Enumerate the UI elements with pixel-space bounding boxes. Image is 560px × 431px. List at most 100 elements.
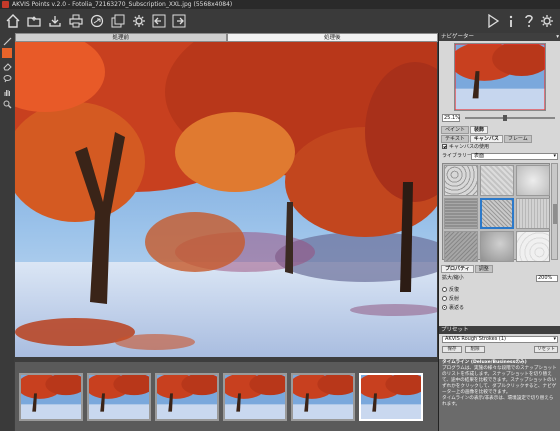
settings-icon[interactable] (538, 12, 556, 30)
forward-icon[interactable] (170, 12, 188, 30)
zoom-control: 25.1% (439, 113, 560, 123)
chevron-down-icon: ▾ (553, 153, 556, 159)
library-select[interactable]: 表面 ▾ (471, 153, 558, 160)
timeline (15, 362, 438, 431)
library-value: 表面 (474, 153, 485, 159)
tab-canvas[interactable]: キャンバス (469, 135, 503, 143)
timeline-snapshot[interactable] (155, 373, 219, 421)
lasso-icon[interactable] (2, 73, 12, 83)
app-window: AKVIS Points v.2.0 - Fotolia_72163270_Su… (0, 0, 560, 431)
option-reflect-label: 反射 (449, 296, 460, 302)
tab-paint[interactable]: ペイント (441, 126, 470, 134)
save-preset-button[interactable]: 保存 (442, 346, 462, 353)
texture-tile[interactable] (480, 231, 514, 262)
zoom-icon[interactable] (2, 99, 12, 109)
tab-properties[interactable]: プロパティ (441, 265, 474, 273)
preset-value: AKVIS Rough Strokes (1) (445, 336, 506, 342)
texture-scrollbar[interactable] (551, 163, 558, 260)
scale-input[interactable]: 200% (536, 275, 558, 282)
help-icon[interactable] (520, 12, 538, 30)
timeline-snapshot[interactable] (359, 373, 423, 421)
navigator-title: ナビゲーター (441, 34, 475, 40)
view-tabs: 処理前 処理後 (15, 33, 438, 42)
timeline-snapshot[interactable] (87, 373, 151, 421)
option-repeat[interactable]: 反復 (442, 287, 459, 294)
use-canvas-label: キャンバスの使用 (449, 144, 490, 150)
window-title: AKVIS Points v.2.0 - Fotolia_72163270_Su… (12, 1, 233, 8)
presets-title: プリセット (441, 327, 469, 333)
image-canvas[interactable] (15, 42, 437, 357)
tab-adjust[interactable]: 調整 (474, 265, 493, 273)
info-panel: タイムライン (Deluxe/Businessのみ) プログラムは、実施の様々な… (439, 359, 560, 431)
navigator-image (455, 44, 545, 110)
sub-tabs: テキスト キャンバス フレーム (441, 135, 532, 143)
option-repeat-radio[interactable] (442, 287, 447, 292)
thumbnail-image (157, 375, 217, 419)
painting-image (15, 42, 437, 357)
thumbnail-image (89, 375, 149, 419)
gear-icon[interactable] (130, 12, 148, 30)
tab-frame[interactable]: フレーム (503, 135, 532, 143)
presets-header: プリセット (439, 326, 560, 334)
share-icon[interactable] (88, 12, 106, 30)
zoom-slider-knob[interactable] (503, 115, 507, 121)
option-repeat-label: 反復 (449, 287, 460, 293)
texture-scrollbar-thumb[interactable] (553, 204, 557, 224)
scale-label: 拡大/縮小 (442, 275, 464, 281)
main-toolbar (0, 9, 560, 33)
timeline-snapshot[interactable] (291, 373, 355, 421)
open-icon[interactable] (25, 12, 43, 30)
use-canvas-row[interactable]: キャンバスの使用 (442, 144, 489, 151)
info-icon[interactable] (502, 12, 520, 30)
tab-decoration[interactable]: 装飾 (470, 126, 489, 134)
texture-tile[interactable] (516, 165, 550, 196)
texture-tile[interactable] (516, 231, 550, 262)
title-bar: AKVIS Points v.2.0 - Fotolia_72163270_Su… (0, 0, 560, 9)
library-label: ライブラリー (442, 153, 473, 159)
timeline-snapshot[interactable] (19, 373, 83, 421)
tab-before[interactable]: 処理前 (15, 33, 227, 42)
texture-tile[interactable] (444, 198, 478, 229)
property-tabs: プロパティ 調整 (441, 265, 493, 273)
home-icon[interactable] (4, 12, 22, 30)
run-icon[interactable] (484, 12, 502, 30)
option-reflect-radio[interactable] (442, 296, 447, 301)
option-flip[interactable]: 裏返る (442, 305, 464, 312)
reset-preset-button[interactable]: リセット (534, 346, 558, 353)
thumbnail-image (225, 375, 285, 419)
texture-tile[interactable] (444, 165, 478, 196)
eraser-icon[interactable] (2, 61, 12, 71)
texture-grid (442, 163, 550, 262)
brush-icon[interactable] (2, 36, 12, 46)
navigator-preview[interactable] (454, 43, 546, 111)
texture-tile[interactable] (444, 231, 478, 262)
color-swatch[interactable] (2, 48, 12, 58)
settings-panel: ナビゲーター ▾ 25.1% ペイント 装飾 テキスト キャンバス フレーム キ… (438, 33, 560, 431)
print-icon[interactable] (67, 12, 85, 30)
delete-preset-button[interactable]: 削除 (465, 346, 485, 353)
use-canvas-checkbox[interactable] (442, 144, 447, 149)
option-reflect[interactable]: 反射 (442, 296, 459, 303)
app-logo-icon (2, 1, 9, 8)
option-flip-radio[interactable] (442, 305, 447, 310)
navigator-header: ナビゲーター ▾ (439, 33, 560, 41)
collapse-icon[interactable]: ▾ (556, 33, 559, 41)
zoom-slider[interactable] (465, 115, 555, 121)
tool-palette (0, 33, 14, 431)
preset-select[interactable]: AKVIS Rough Strokes (1) ▾ (442, 336, 558, 343)
tab-text[interactable]: テキスト (441, 135, 469, 143)
timeline-snapshot[interactable] (223, 373, 287, 421)
save-icon[interactable] (46, 12, 64, 30)
main-tabs: ペイント 装飾 (441, 126, 489, 134)
option-flip-label: 裏返る (449, 305, 465, 311)
batch-icon[interactable] (109, 12, 127, 30)
hand-icon[interactable] (2, 87, 12, 97)
back-icon[interactable] (150, 12, 168, 30)
zoom-input[interactable]: 25.1% (442, 114, 460, 122)
texture-tile[interactable] (480, 165, 514, 196)
chevron-down-icon: ▾ (553, 336, 556, 342)
thumbnail-image (361, 375, 421, 419)
tab-after[interactable]: 処理後 (226, 33, 438, 42)
texture-tile[interactable] (516, 198, 550, 229)
texture-tile-selected[interactable] (480, 198, 514, 229)
